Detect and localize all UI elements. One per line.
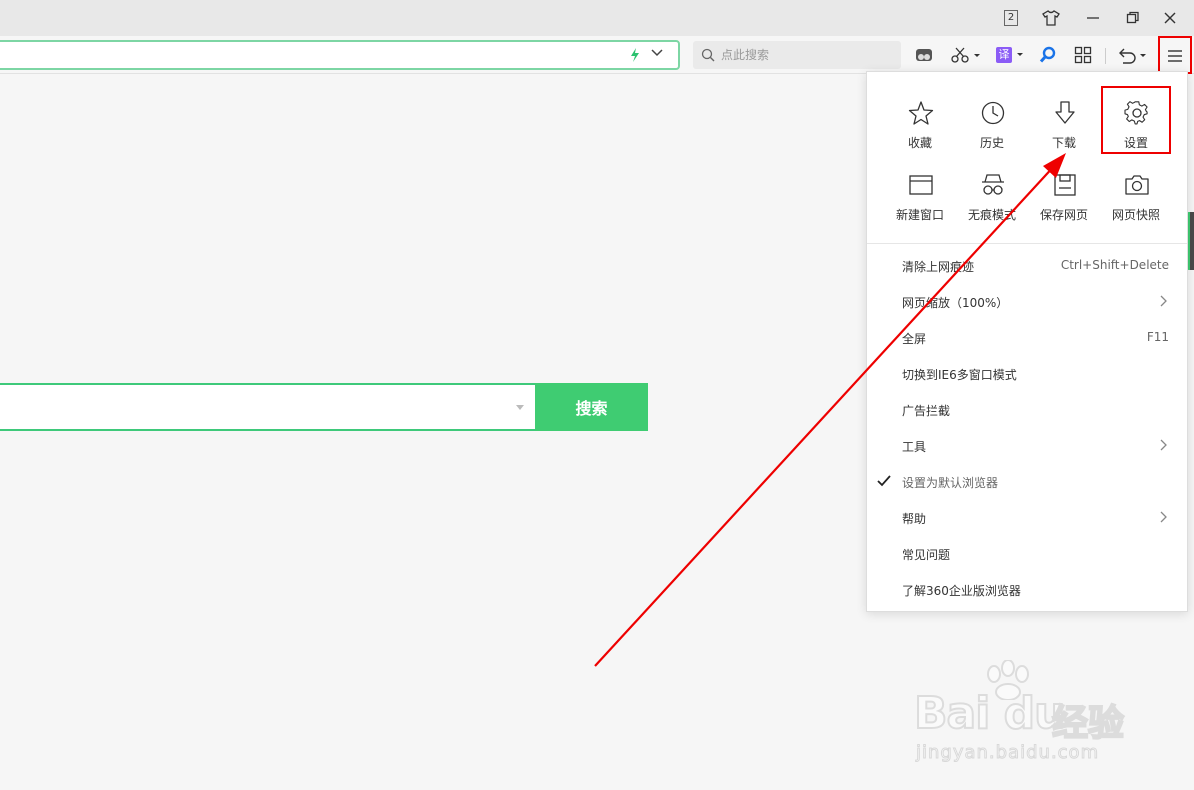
menu-grid-label: 保存网页 bbox=[1039, 208, 1088, 222]
menu-grid-save-page[interactable]: 保存网页 bbox=[1028, 172, 1100, 234]
menu-grid-download[interactable]: 下载 bbox=[1028, 100, 1100, 162]
main-menu-dropdown: 收藏 历史 下载 设置 新建窗口 无痕模式 保存网页 网页快照 清除上网痕迹 C… bbox=[866, 71, 1188, 612]
menu-item-zoom[interactable]: 网页缩放（100%） bbox=[867, 285, 1187, 321]
search-input[interactable] bbox=[721, 45, 891, 65]
watermark-url: jingyan.baidu.com bbox=[915, 742, 1100, 764]
translate-icon[interactable]: 译 bbox=[994, 44, 1028, 66]
scissors-icon[interactable] bbox=[948, 44, 982, 66]
search-button[interactable]: 搜索 bbox=[535, 383, 648, 431]
menu-item-label: 清除上网痕迹 bbox=[902, 260, 975, 274]
minimize-icon[interactable] bbox=[1080, 6, 1106, 30]
menu-grid-settings[interactable]: 设置 bbox=[1100, 100, 1172, 162]
baidu-jingyan-watermark: Bai du 经验 jingyan.baidu.com bbox=[910, 660, 1160, 770]
menu-grid-snapshot[interactable]: 网页快照 bbox=[1100, 172, 1172, 234]
search-icon bbox=[701, 48, 715, 65]
menu-grid-label: 网页快照 bbox=[1111, 208, 1160, 222]
extension-icon[interactable] bbox=[914, 44, 934, 66]
menu-grid-label: 设置 bbox=[1123, 136, 1148, 150]
translate-badge: 译 bbox=[996, 47, 1012, 63]
menu-item-shortcut: F11 bbox=[1146, 330, 1169, 344]
menu-grid-label: 无痕模式 bbox=[967, 208, 1016, 222]
address-bar[interactable] bbox=[0, 40, 680, 70]
side-panel-handle[interactable] bbox=[1187, 212, 1194, 270]
apps-grid-icon[interactable] bbox=[1073, 44, 1093, 66]
menu-item-enterprise[interactable]: 了解360企业版浏览器 bbox=[867, 573, 1187, 609]
menu-item-label: 常见问题 bbox=[902, 548, 951, 562]
menu-item-label: 帮助 bbox=[902, 512, 927, 526]
menu-item-label: 设置为默认浏览器 bbox=[902, 476, 999, 490]
save-icon bbox=[1054, 174, 1076, 196]
undo-icon[interactable] bbox=[1116, 44, 1148, 66]
clock-icon bbox=[981, 101, 1005, 125]
menu-item-clear-traces[interactable]: 清除上网痕迹 Ctrl+Shift+Delete bbox=[867, 249, 1187, 285]
menu-icon[interactable] bbox=[1160, 40, 1190, 72]
title-bar: 2 bbox=[0, 0, 1194, 36]
toolbar: 译 bbox=[0, 36, 1194, 74]
menu-item-fullscreen[interactable]: 全屏 F11 bbox=[867, 321, 1187, 357]
dropdown-arrow-icon[interactable] bbox=[516, 405, 524, 410]
tab-count-icon[interactable]: 2 bbox=[1004, 10, 1018, 26]
menu-grid-favorites[interactable]: 收藏 bbox=[884, 100, 956, 162]
lightning-icon[interactable] bbox=[630, 48, 640, 66]
download-icon bbox=[1055, 101, 1075, 124]
skin-shirt-icon[interactable] bbox=[1038, 6, 1064, 30]
restore-icon[interactable] bbox=[1120, 6, 1146, 30]
chevron-right-icon bbox=[1160, 511, 1167, 523]
menu-item-label: 了解360企业版浏览器 bbox=[902, 584, 1021, 598]
menu-grid-incognito[interactable]: 无痕模式 bbox=[956, 172, 1028, 234]
menu-grid-label: 下载 bbox=[1051, 136, 1076, 150]
menu-grid-label: 新建窗口 bbox=[895, 208, 944, 222]
checkmark-icon bbox=[877, 475, 891, 487]
menu-grid-label: 历史 bbox=[979, 136, 1004, 150]
menu-item-tools[interactable]: 工具 bbox=[867, 429, 1187, 465]
menu-grid-history[interactable]: 历史 bbox=[956, 100, 1028, 162]
gear-icon bbox=[1124, 101, 1148, 125]
menu-divider bbox=[867, 243, 1187, 244]
watermark-logo: Bai du bbox=[913, 687, 1066, 740]
menu-grid-label: 收藏 bbox=[907, 136, 932, 150]
menu-item-label: 切换到IE6多窗口模式 bbox=[902, 368, 1017, 382]
menu-item-ad-block[interactable]: 广告拦截 bbox=[867, 393, 1187, 429]
menu-item-shortcut: Ctrl+Shift+Delete bbox=[1060, 258, 1169, 272]
chevron-down-icon[interactable] bbox=[650, 46, 664, 63]
toolbar-divider bbox=[1105, 48, 1106, 64]
star-icon bbox=[908, 101, 934, 125]
search-box[interactable] bbox=[693, 41, 901, 69]
menu-item-label: 全屏 bbox=[902, 332, 927, 346]
chevron-right-icon bbox=[1160, 439, 1167, 451]
menu-item-label: 网页缩放（100%） bbox=[902, 296, 1009, 310]
chevron-right-icon bbox=[1160, 295, 1167, 307]
incognito-icon bbox=[982, 174, 1004, 195]
watermark-brand: 经验 bbox=[1051, 702, 1125, 745]
menu-item-label: 广告拦截 bbox=[902, 404, 951, 418]
menu-item-ie6-mode[interactable]: 切换到IE6多窗口模式 bbox=[867, 357, 1187, 393]
camera-icon bbox=[1125, 175, 1149, 195]
menu-grid-new-window[interactable]: 新建窗口 bbox=[884, 172, 956, 234]
menu-item-help[interactable]: 帮助 bbox=[867, 501, 1187, 537]
menu-item-faq[interactable]: 常见问题 bbox=[867, 537, 1187, 573]
window-icon bbox=[909, 175, 933, 195]
menu-item-label: 工具 bbox=[902, 440, 927, 454]
page-search-input[interactable] bbox=[0, 383, 536, 431]
magnifier-icon[interactable] bbox=[1038, 44, 1058, 66]
close-icon[interactable] bbox=[1157, 6, 1183, 30]
menu-item-default-browser[interactable]: 设置为默认浏览器 bbox=[867, 465, 1187, 501]
